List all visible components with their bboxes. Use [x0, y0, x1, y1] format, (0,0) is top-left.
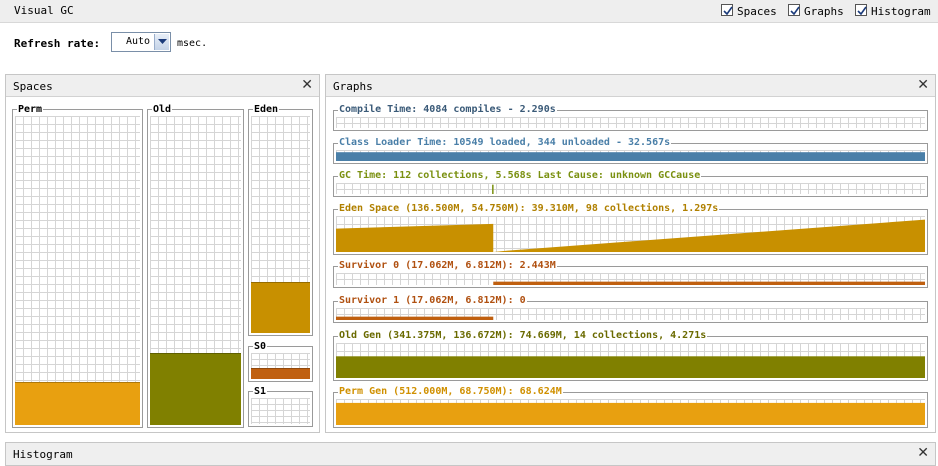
survivor1-label: Survivor 1 (17.062M, 6.812M): 0: [338, 295, 527, 307]
perm-gen-label: Perm Gen (512.000M, 68.750M): 68.624M: [338, 386, 563, 398]
perm-space-fill: [15, 382, 140, 425]
graph-plot-svg: [336, 402, 925, 425]
eden-space-fill: [251, 282, 310, 333]
eden-series-area: [493, 219, 925, 252]
graph-series-area: [492, 184, 494, 194]
chevron-down-icon: [158, 39, 167, 44]
graph-plot-svg: [492, 184, 494, 194]
graph-series-area: [336, 316, 494, 320]
s0-space-fill: [251, 367, 310, 379]
refresh-rate-value: Auto: [126, 36, 151, 47]
compile-time-graph: Compile Time: 4084 compiles - 2.290s: [333, 104, 928, 131]
compile-time-label: Compile Time: 4084 compiles - 2.290s: [338, 104, 557, 116]
graph-series-area: [336, 223, 494, 252]
histogram-panel-header: Histogram ✕: [6, 443, 935, 465]
perm-gen-plot: [336, 399, 925, 425]
refresh-rate-dropdown-button[interactable]: [154, 34, 169, 50]
title-bar: Visual GC Spaces Graphs Histogram: [0, 0, 938, 23]
graph-plot-svg: [336, 219, 925, 252]
spaces-checkbox[interactable]: [721, 4, 733, 16]
histogram-checkbox-label: Histogram: [871, 5, 931, 18]
survivor1-graph: Survivor 1 (17.062M, 6.812M): 0: [333, 295, 928, 323]
graphs-panel-title: Graphs: [333, 80, 373, 93]
gc-time-plot: [336, 183, 925, 194]
s0-space: S0: [248, 341, 313, 382]
s1-space-grid: [251, 398, 310, 424]
graph-plot-svg: [336, 117, 925, 128]
perm-space: Perm: [12, 104, 143, 428]
graphs-checkbox[interactable]: [788, 4, 800, 16]
survivor0-plot: [336, 273, 925, 285]
window-title: Visual GC: [14, 4, 74, 17]
spaces-panel-title: Spaces: [13, 80, 53, 93]
eden-space: Eden: [248, 104, 313, 336]
old-gen-graph: Old Gen (341.375M, 136.672M): 74.669M, 1…: [333, 330, 928, 381]
graph-series-area: [336, 152, 925, 161]
refresh-rate-unit: msec.: [177, 38, 208, 49]
graph-plot-svg: [336, 356, 925, 378]
checkmark-icon: [857, 6, 867, 16]
eden-space-grid: [251, 116, 310, 333]
perm-space-label: Perm: [17, 104, 44, 115]
histogram-panel: Histogram ✕: [5, 442, 936, 466]
histogram-panel-title: Histogram: [13, 448, 73, 461]
refresh-rate-label: Refresh rate:: [14, 37, 101, 50]
perm-space-grid: [15, 116, 140, 425]
survivor0-graph: Survivor 0 (17.062M, 6.812M): 2.443M: [333, 260, 928, 288]
s1-space: S1: [248, 386, 313, 427]
s0-space-label: S0: [253, 341, 268, 352]
spaces-checkbox-label: Spaces: [737, 5, 777, 18]
perm-gen-graph: Perm Gen (512.000M, 68.750M): 68.624M: [333, 386, 928, 428]
graphs-checkbox-label: Graphs: [804, 5, 844, 18]
graph-plot-svg: [493, 281, 925, 285]
eden-space-graph-label: Eden Space (136.500M, 54.750M): 39.310M,…: [338, 203, 720, 215]
graph-plot-svg: [336, 316, 494, 320]
old-space-fill: [150, 352, 241, 425]
spaces-panel-header: Spaces ✕: [6, 75, 319, 97]
old-gen-plot: [336, 343, 925, 378]
class-loader-plot: [336, 150, 925, 161]
class-loader-graph: Class Loader Time: 10549 loaded, 344 unl…: [333, 137, 928, 164]
graph-plot-svg: [336, 152, 925, 161]
s1-space-label: S1: [253, 386, 268, 397]
gc-time-label: GC Time: 112 collections, 5.568s Last Ca…: [338, 170, 702, 182]
eden-space-graph: Eden Space (136.500M, 54.750M): 39.310M,…: [333, 203, 928, 255]
old-space-grid: [150, 116, 241, 425]
class-loader-label: Class Loader Time: 10549 loaded, 344 unl…: [338, 137, 672, 149]
graph-series-area: [336, 402, 925, 425]
graph-series-area: [336, 356, 925, 378]
eden-space-label: Eden: [253, 104, 280, 115]
survivor0-label: Survivor 0 (17.062M, 6.812M): 2.443M: [338, 260, 557, 272]
compile-time-plot: [336, 117, 925, 128]
checkmark-icon: [790, 6, 800, 16]
survivor1-plot: [336, 308, 925, 320]
old-gen-label: Old Gen (341.375M, 136.672M): 74.669M, 1…: [338, 330, 708, 342]
graphs-panel-header: Graphs ✕: [326, 75, 935, 97]
eden-space-plot: [336, 216, 925, 252]
old-space-label: Old: [152, 104, 173, 115]
checkmark-icon: [723, 6, 733, 16]
close-icon[interactable]: ✕: [917, 445, 929, 461]
histogram-checkbox[interactable]: [855, 4, 867, 16]
gc-time-graph: GC Time: 112 collections, 5.568s Last Ca…: [333, 170, 928, 197]
s0-space-grid: [251, 353, 310, 379]
close-icon[interactable]: ✕: [301, 77, 313, 93]
refresh-rate-select[interactable]: Auto: [111, 32, 171, 52]
old-space: Old: [147, 104, 244, 428]
close-icon[interactable]: ✕: [917, 77, 929, 93]
graph-series-area: [493, 281, 925, 285]
